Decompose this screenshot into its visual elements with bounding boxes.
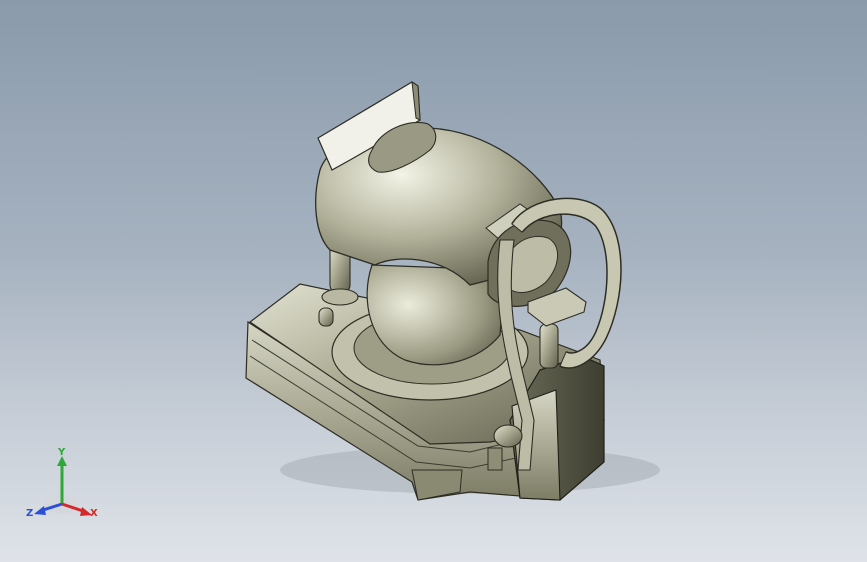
left-post-collar: [321, 288, 359, 306]
x-axis-label: X: [90, 508, 98, 519]
y-axis-label: Y: [57, 448, 66, 458]
cad-model[interactable]: [0, 0, 867, 562]
front-knob[interactable]: [493, 424, 523, 448]
z-axis-arrow: [34, 506, 46, 515]
graphics-viewport[interactable]: Y X Z: [0, 0, 867, 562]
orientation-triad[interactable]: Y X Z: [22, 448, 106, 524]
base-front-foot: [411, 469, 463, 501]
right-post: [539, 323, 559, 369]
z-axis-label: Z: [26, 508, 33, 519]
left-knob: [318, 307, 334, 327]
front-tab: [487, 447, 503, 471]
